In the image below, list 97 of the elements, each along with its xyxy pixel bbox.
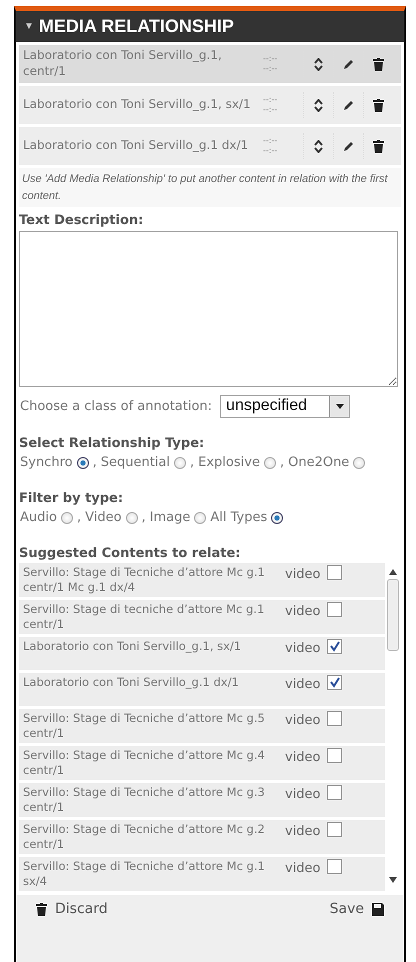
trash-icon[interactable] xyxy=(373,98,384,112)
checkbox[interactable] xyxy=(327,822,342,837)
panel-header[interactable]: ▼ MEDIA RELATIONSHIP xyxy=(16,11,404,42)
time-start: --:-- xyxy=(263,136,278,146)
suggestion-row[interactable]: Servillo: Stage di Tecniche d’attore Mc g.3 centr/1 video xyxy=(19,782,385,817)
field-label: Choose a class of annotation: xyxy=(20,398,212,416)
media-type: video xyxy=(285,822,322,841)
time-end: --:-- xyxy=(263,146,278,156)
checkbox[interactable] xyxy=(327,639,342,654)
save-button[interactable]: Save xyxy=(330,899,384,920)
suggestion-row[interactable]: Servillo: Stage di Tecniche d’attore Mc g.5 centr/1 video xyxy=(19,709,385,744)
relation-row[interactable]: Laboratorio con Toni Servillo_g.1 dx/1 --:-- --:-- xyxy=(19,127,401,165)
suggestion-title: Laboratorio con Toni Servillo_g.1 dx/1 xyxy=(23,675,240,690)
option-label: Video xyxy=(85,509,122,528)
suggestion-title: Laboratorio con Toni Servillo_g.1, sx/1 xyxy=(23,639,242,654)
time-start: --:-- xyxy=(263,54,278,64)
option-label: Explosive xyxy=(198,454,260,472)
panel-title: MEDIA RELATIONSHIP xyxy=(38,15,234,38)
field-label: Text Description: xyxy=(19,212,144,230)
relation-row[interactable]: Laboratorio con Toni Servillo_g.1, sx/1 --:-- --:-- xyxy=(19,86,401,124)
suggestion-title: Servillo: Stage di Tecniche d’attore Mc g.1 centr/1 Mc g.1 dx/4 xyxy=(23,565,266,596)
separator-text: , xyxy=(190,454,194,472)
trash-icon[interactable] xyxy=(373,58,384,70)
radio-button[interactable] xyxy=(271,512,284,524)
checkbox[interactable] xyxy=(327,748,342,764)
option-label: Sequential xyxy=(100,454,170,472)
suggestion-row[interactable]: Laboratorio con Toni Servillo_g.1 dx/1 video xyxy=(19,673,385,706)
suggestion-row[interactable]: Servillo: Stage di Tecniche d’attore Mc g.2 centr/1 video xyxy=(19,820,385,854)
separator-text: , xyxy=(76,509,82,528)
dropdown-arrow-icon[interactable] xyxy=(336,404,344,409)
checkbox[interactable] xyxy=(327,675,342,690)
media-type: video xyxy=(285,860,322,878)
scroll-down-icon[interactable] xyxy=(389,877,397,884)
section-label: Suggested Contents to relate: xyxy=(19,544,242,563)
checkbox[interactable] xyxy=(327,858,342,874)
option-label: All Types xyxy=(210,509,268,528)
suggestion-row[interactable]: Servillo: Stage di Tecniche d’attore Mc g.1 centr/1 Mc g.1 dx/4 video xyxy=(19,563,385,598)
separator-text: , xyxy=(142,509,146,528)
section-label: Filter by type: xyxy=(19,490,124,508)
section-label: Select Relationship Type: xyxy=(19,434,206,453)
radio-button[interactable] xyxy=(174,457,186,470)
radio-button[interactable] xyxy=(194,512,206,524)
media-type: video xyxy=(285,640,322,658)
checkbox[interactable] xyxy=(327,784,342,800)
scroll-up-icon[interactable] xyxy=(389,569,397,576)
checkbox[interactable] xyxy=(327,565,342,580)
option-label: One2One xyxy=(288,454,350,472)
description-field[interactable] xyxy=(19,230,398,387)
media-type: video xyxy=(285,676,322,694)
suggestion-row[interactable]: Servillo: Stage di Tecniche d’attore Mc g.1 sx/4 video xyxy=(19,856,385,891)
time-end: --:-- xyxy=(263,64,278,74)
radio-button[interactable] xyxy=(264,457,276,470)
separator-text: , xyxy=(92,454,97,472)
relation-title: Laboratorio con Toni Servillo_g.1, sx/1 xyxy=(23,97,252,113)
radio-button[interactable] xyxy=(126,512,138,524)
option-label: Audio xyxy=(20,509,57,528)
suggestion-row[interactable]: Laboratorio con Toni Servillo_g.1, sx/1 video xyxy=(19,637,385,670)
media-type: video xyxy=(285,566,322,584)
suggestion-title: Servillo: Stage di Tecniche d’attore Mc g.4 centr/1 xyxy=(23,748,266,778)
suggestion-title: Servillo: Stage di Tecniche d’attore Mc g.1 sx/4 xyxy=(23,858,266,889)
relation-title: Laboratorio con Toni Servillo_g.1, centr/1 xyxy=(23,48,223,80)
hint-text: Use 'Add Media Relationship' to put another content in relation with the first content. xyxy=(19,168,401,207)
annotation-select[interactable]: unspecified xyxy=(220,394,350,418)
suggestion-title: Servillo: Stage di Tecniche d’attore Mc g.5 centr/1 xyxy=(23,711,266,742)
suggestion-row[interactable]: Servillo: Stage di Tecniche d’attore Mc g.4 centr/1 video xyxy=(19,746,385,780)
discard-button[interactable]: Discard xyxy=(36,899,108,920)
pencil-icon[interactable] xyxy=(343,140,354,152)
sort-icon[interactable] xyxy=(314,98,323,112)
suggestion-row[interactable]: Servillo: Stage di tecniche d’attore Mc g.1 centr/1 video xyxy=(19,600,385,634)
media-type: video xyxy=(285,786,322,804)
radio-button[interactable] xyxy=(353,457,366,470)
relation-title: Laboratorio con Toni Servillo_g.1 dx/1 xyxy=(23,138,250,154)
suggestion-title: Servillo: Stage di Tecniche d’attore Mc g.3 centr/1 xyxy=(23,784,266,815)
media-type: video xyxy=(285,749,322,768)
pencil-icon[interactable] xyxy=(343,58,354,70)
checkbox[interactable] xyxy=(327,602,342,618)
relation-row[interactable]: Laboratorio con Toni Servillo_g.1, centr/1 --:-- --:-- xyxy=(19,45,401,83)
time-start: --:-- xyxy=(263,95,278,105)
scroll-thumb[interactable] xyxy=(387,579,399,652)
trash-icon[interactable] xyxy=(373,140,384,152)
pencil-icon[interactable] xyxy=(343,100,354,110)
suggestion-title: Servillo: Stage di Tecniche d’attore Mc g.2 centr/1 xyxy=(23,822,266,852)
floppy-icon xyxy=(372,903,384,916)
separator-text: , xyxy=(280,454,284,472)
radio-button[interactable] xyxy=(60,512,73,524)
option-label: Synchro xyxy=(20,454,73,472)
checkbox[interactable] xyxy=(327,711,342,726)
trash-icon xyxy=(36,903,47,916)
collapse-arrow[interactable]: ▼ xyxy=(24,19,34,34)
option-label: Image xyxy=(150,509,190,528)
time-end: --:-- xyxy=(263,105,278,115)
radio-button[interactable] xyxy=(76,457,89,470)
sort-icon[interactable] xyxy=(314,58,323,70)
suggestion-title: Servillo: Stage di tecniche d’attore Mc g.1 centr/1 xyxy=(23,602,266,632)
sort-icon[interactable] xyxy=(314,140,323,152)
media-type: video xyxy=(285,712,322,730)
media-type: video xyxy=(285,603,322,622)
